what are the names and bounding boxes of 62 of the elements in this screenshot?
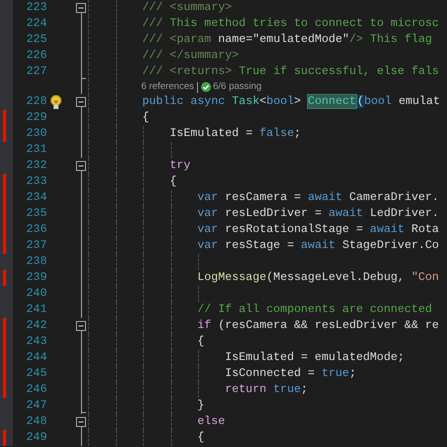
line-number: 247 (26, 399, 47, 412)
code-line: { (170, 174, 177, 190)
code-line: var resStage = await StageDriver.Co (197, 238, 439, 254)
line-number: 225 (26, 33, 47, 46)
code-line: /// <param name="emulatedMode"/> This flag (142, 32, 432, 48)
tests-status-link[interactable]: 6/6 passing (213, 79, 262, 95)
code-line: } (197, 398, 204, 414)
code-line: public async Task<bool> Connect(bool emulat (142, 94, 440, 110)
code-line: { (197, 334, 204, 350)
line-number: 243 (26, 335, 47, 348)
collapse-icon[interactable] (76, 417, 86, 427)
line-number: 233 (26, 175, 47, 188)
line-number: 226 (26, 49, 47, 62)
line-number: 244 (26, 351, 47, 364)
line-number: 234 (26, 191, 47, 204)
code-line: /// </summary> (142, 48, 239, 64)
code-line: { (197, 430, 204, 446)
code-line: try (170, 158, 190, 174)
code-line: IsEmulated = emulatedMode; (224, 350, 404, 366)
line-number: 239 (26, 271, 47, 284)
line-number: 238 (26, 255, 47, 268)
line-number: 249 (26, 431, 47, 444)
code-line: /// This method tries to connect to microsc (142, 16, 439, 32)
collapse-icon[interactable] (76, 161, 86, 171)
line-number: 232 (26, 159, 47, 172)
line-number: 240 (26, 287, 47, 300)
code-line: LogMessage(MessageLevel.Debug, "Con (197, 270, 439, 286)
line-number: 224 (26, 17, 47, 30)
code-line: { (142, 110, 150, 126)
line-number: 230 (26, 127, 47, 140)
check-circle-icon (201, 82, 211, 92)
code-line: var resRotationalStage = await Rota (197, 222, 439, 238)
line-number: 246 (26, 383, 47, 396)
code-line: /// <returns> True if successful, else fals (142, 64, 439, 80)
code-line: else (197, 414, 225, 430)
collapse-icon[interactable] (76, 3, 86, 13)
collapse-icon[interactable] (76, 97, 86, 107)
line-number: 229 (26, 111, 47, 124)
collapse-icon[interactable] (76, 321, 86, 331)
change-marker (3, 270, 6, 286)
code-line: // If all components are connected (197, 302, 432, 318)
line-number: 237 (26, 239, 47, 252)
code-line: var resCamera = await CameraDriver. (197, 190, 439, 206)
line-number: 231 (26, 143, 47, 156)
line-number: 227 (26, 65, 47, 78)
line-number: 228 (26, 95, 47, 108)
code-line: var resLedDriver = await LedDriver. (197, 206, 439, 222)
line-number: 236 (26, 223, 47, 236)
line-number: 245 (26, 367, 47, 380)
code-line: return true; (224, 382, 308, 398)
line-number: 241 (26, 303, 47, 316)
line-number: 248 (26, 415, 47, 428)
line-number: 235 (26, 207, 47, 220)
code-line: if (resCamera && resLedDriver && re (197, 318, 439, 334)
line-number: 242 (26, 319, 47, 332)
line-number: 223 (26, 1, 47, 14)
code-line: /// <summary> (142, 0, 232, 16)
references-link[interactable]: 6 references (141, 79, 194, 95)
change-marker (3, 430, 6, 446)
lightbulb-icon[interactable] (50, 94, 62, 110)
code-line: IsEmulated = false; (170, 126, 301, 142)
code-line: IsConnected = true; (224, 366, 356, 382)
